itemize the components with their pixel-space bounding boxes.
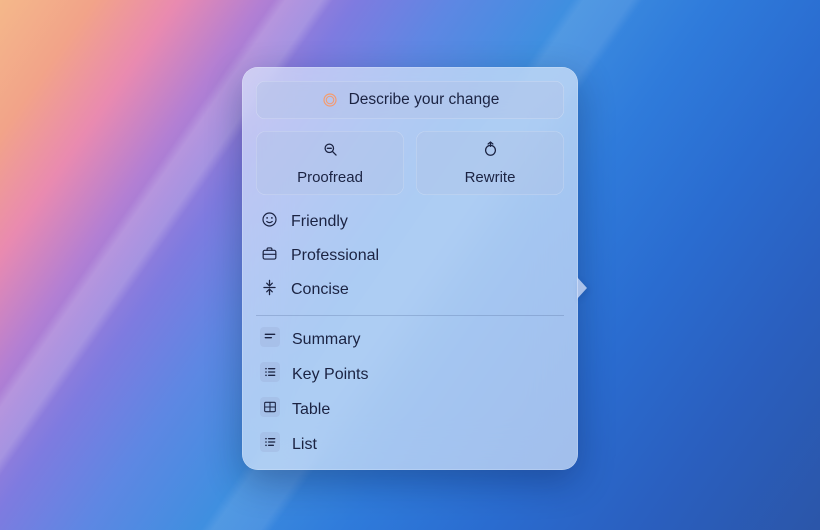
format-summary[interactable]: Summary [256, 326, 564, 353]
tone-section: Friendly Professional [256, 209, 564, 303]
describe-change-field[interactable]: Describe your change [256, 81, 564, 119]
apple-intelligence-icon [321, 91, 339, 109]
tone-friendly-label: Friendly [291, 213, 348, 231]
proofread-label: Proofread [297, 169, 363, 186]
keypoints-icon [260, 362, 280, 387]
tone-professional-label: Professional [291, 247, 379, 265]
section-divider [256, 315, 564, 316]
proofread-button[interactable]: Proofread [256, 131, 404, 195]
describe-change-placeholder: Describe your change [349, 91, 500, 109]
format-section: Summary Key Points [256, 326, 564, 458]
format-list-label: List [292, 436, 317, 454]
summary-icon [260, 327, 280, 352]
rewrite-icon [481, 140, 500, 163]
briefcase-icon [260, 244, 279, 268]
format-keypoints-label: Key Points [292, 366, 368, 384]
tone-friendly[interactable]: Friendly [256, 209, 564, 235]
format-table-label: Table [292, 401, 330, 419]
rewrite-label: Rewrite [465, 169, 516, 186]
tone-concise[interactable]: Concise [256, 277, 564, 303]
concise-icon [260, 278, 279, 302]
primary-actions: Proofread Rewrite [256, 131, 564, 195]
format-summary-label: Summary [292, 331, 360, 349]
writing-tools-popover: Describe your change Proofread Rewri [242, 67, 578, 470]
format-keypoints[interactable]: Key Points [256, 361, 564, 388]
format-list[interactable]: List [256, 431, 564, 458]
tone-professional[interactable]: Professional [256, 243, 564, 269]
proofread-icon [321, 140, 340, 163]
table-icon [260, 397, 280, 422]
format-table[interactable]: Table [256, 396, 564, 423]
tone-concise-label: Concise [291, 281, 349, 299]
list-icon [260, 432, 280, 457]
smile-icon [260, 210, 279, 234]
rewrite-button[interactable]: Rewrite [416, 131, 564, 195]
